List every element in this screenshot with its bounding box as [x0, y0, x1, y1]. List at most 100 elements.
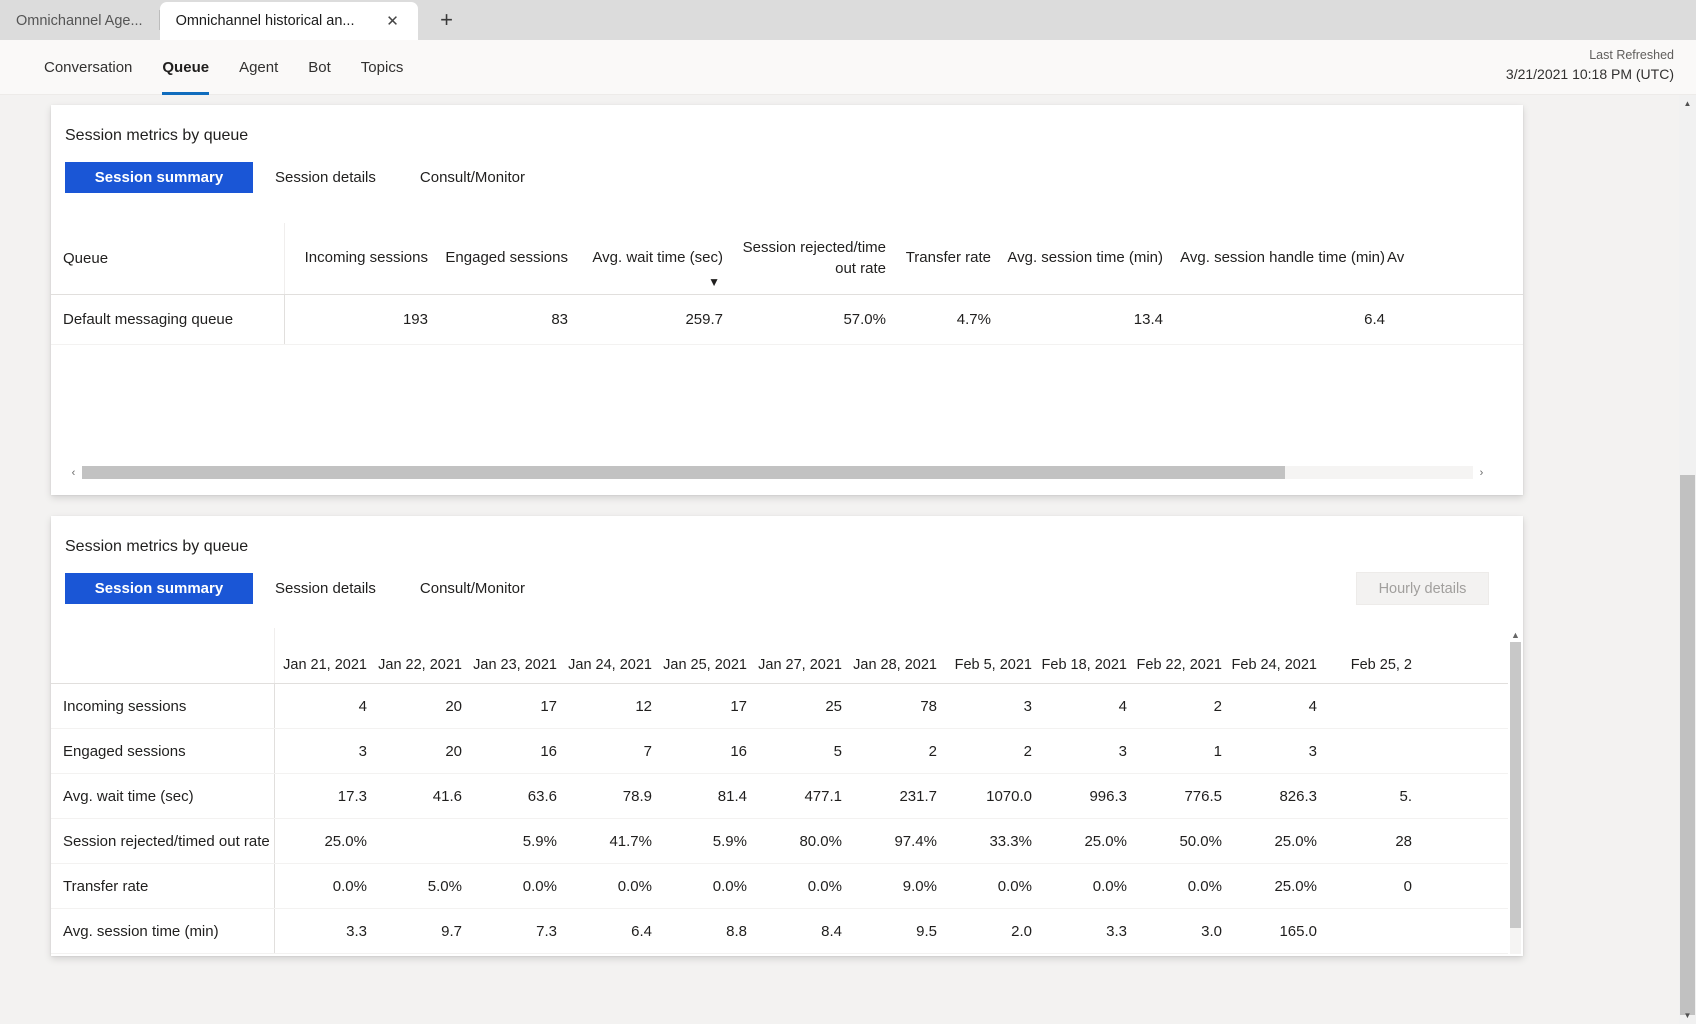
col-header-avg-wait-time[interactable]: Avg. wait time (sec) ▼	[570, 223, 725, 294]
new-tab-icon[interactable]: +	[430, 3, 464, 37]
col-header-date-0[interactable]: Jan 21, 2021	[275, 657, 370, 683]
page-scroll-up-icon[interactable]: ▲	[1679, 95, 1696, 112]
cell-value: 5.9%	[712, 832, 747, 850]
nav-tab-conversation-label: Conversation	[44, 58, 133, 76]
col-header-avg-wait-time-label: Avg. wait time (sec)	[592, 249, 723, 267]
card1-inner: Session metrics by queue Session summary…	[51, 127, 1523, 193]
cell-value: 5	[833, 742, 842, 760]
cell-value: 28	[1395, 832, 1412, 850]
cell-value: 0.0%	[1187, 877, 1222, 895]
card1-pivot-session-summary[interactable]: Session summary	[65, 162, 253, 193]
table-row[interactable]: Avg. session time (min) 3.3 9.7 7.3 6.4 …	[51, 909, 1523, 954]
card2-pivot-session-summary[interactable]: Session summary	[65, 573, 253, 604]
col-header-truncated[interactable]: Av	[1387, 223, 1422, 294]
nav-tab-agent[interactable]: Agent	[224, 40, 293, 95]
cell-value: 20	[445, 697, 462, 715]
col-header-transfer-rate[interactable]: Transfer rate	[888, 223, 993, 294]
grid-vertical-scrollbar[interactable]: ▲	[1508, 628, 1523, 954]
cell-value: 17	[730, 697, 747, 715]
nav-tab-topics[interactable]: Topics	[346, 40, 419, 95]
scroll-up-icon[interactable]: ▲	[1511, 628, 1520, 642]
browser-tab-2[interactable]: Omnichannel historical an... ✕	[159, 2, 418, 40]
page-vertical-scrollbar[interactable]: ▲ ▼	[1679, 95, 1696, 1024]
daily-metrics-grid: Jan 21, 2021 Jan 22, 2021 Jan 23, 2021 J…	[51, 628, 1523, 954]
cell-value: 0.0%	[617, 877, 652, 895]
nav-tab-conversation[interactable]: Conversation	[29, 40, 147, 95]
page-scroll-down-icon[interactable]: ▼	[1679, 1007, 1696, 1024]
col-header-date-10[interactable]: Feb 24, 2021	[1225, 657, 1320, 683]
daily-metrics-grid-header: Jan 21, 2021 Jan 22, 2021 Jan 23, 2021 J…	[51, 628, 1523, 684]
col-header-date-7[interactable]: Feb 5, 2021	[940, 657, 1035, 683]
sort-descending-icon[interactable]: ▼	[708, 276, 720, 288]
col-header-date-2[interactable]: Jan 23, 2021	[465, 657, 560, 683]
row-label-session-rejected-rate: Session rejected/timed out rate	[51, 819, 275, 863]
cell-value: 41.6	[432, 787, 462, 805]
horizontal-scrollbar[interactable]: ‹ ›	[65, 464, 1490, 481]
col-header-date-4[interactable]: Jan 25, 2021	[655, 657, 750, 683]
col-header-date-5[interactable]: Jan 27, 2021	[750, 657, 845, 683]
close-icon[interactable]: ✕	[384, 12, 402, 30]
nav-tab-bot[interactable]: Bot	[293, 40, 346, 95]
col-header-date-3[interactable]: Jan 24, 2021	[560, 657, 655, 683]
cell-value: 25.0%	[1274, 832, 1317, 850]
scroll-left-icon[interactable]: ‹	[65, 464, 82, 481]
col-header-avg-session-handle-time[interactable]: Avg. session handle time (min)	[1165, 223, 1387, 294]
cell-value: 2	[928, 742, 937, 760]
col-header-engaged-sessions[interactable]: Engaged sessions	[430, 223, 570, 294]
cell-value: 3	[1023, 697, 1032, 715]
grid-vertical-scroll-thumb[interactable]	[1510, 642, 1521, 928]
dashboard-content: Session metrics by queue Session summary…	[0, 95, 1545, 956]
cell-value	[370, 819, 465, 863]
nav-tab-bot-label: Bot	[308, 58, 331, 76]
cell-value: 2	[1213, 697, 1222, 715]
col-header-session-rejected-rate[interactable]: Session rejected/time out rate	[725, 223, 888, 294]
table-row[interactable]: Session rejected/timed out rate 25.0% 5.…	[51, 819, 1523, 864]
cell-value: 78.9	[622, 787, 652, 805]
cell-value: 5.	[1399, 787, 1412, 805]
cell-value: 3	[1118, 742, 1127, 760]
table-row[interactable]: Engaged sessions 3 20 16 7 16 5 2 2 3 1 …	[51, 729, 1523, 774]
browser-tab-1[interactable]: Omnichannel Age...	[0, 2, 159, 40]
table-row[interactable]: Avg. wait time (sec) 17.3 41.6 63.6 78.9…	[51, 774, 1523, 819]
cell-value: 231.7	[899, 787, 937, 805]
hourly-details-button[interactable]: Hourly details	[1356, 572, 1489, 605]
page-scroll-thumb[interactable]	[1680, 475, 1695, 1015]
col-header-incoming-sessions[interactable]: Incoming sessions	[285, 223, 430, 294]
card1-pivot-session-details[interactable]: Session details	[253, 162, 398, 193]
col-header-date-6[interactable]: Jan 28, 2021	[845, 657, 940, 683]
table-row[interactable]: Incoming sessions 4 20 17 12 17 25 78 3 …	[51, 684, 1523, 729]
col-header-date-1[interactable]: Jan 22, 2021	[370, 657, 465, 683]
nav-tab-list: Conversation Queue Agent Bot Topics	[0, 40, 418, 95]
browser-tab-2-title: Omnichannel historical an...	[175, 13, 355, 29]
card2-pivot-consult-monitor[interactable]: Consult/Monitor	[398, 573, 547, 604]
card2-pivot-session-details[interactable]: Session details	[253, 573, 398, 604]
col-header-avg-session-time[interactable]: Avg. session time (min)	[993, 223, 1165, 294]
grid-vertical-scroll-track[interactable]	[1510, 642, 1521, 954]
nav-tab-agent-label: Agent	[239, 58, 279, 76]
cell-value: 25.0%	[1084, 832, 1127, 850]
card1-pivot-consult-monitor[interactable]: Consult/Monitor	[398, 162, 547, 193]
col-header-queue[interactable]: Queue	[51, 223, 285, 294]
col-header-date-11[interactable]: Feb 25, 2	[1320, 657, 1415, 683]
scroll-right-icon[interactable]: ›	[1473, 464, 1490, 481]
cell-value: 12	[635, 697, 652, 715]
cell-value: 1070.0	[986, 787, 1032, 805]
app-header: Conversation Queue Agent Bot Topics Last…	[0, 40, 1696, 95]
horizontal-scroll-track[interactable]	[82, 466, 1473, 479]
cell-value: 25.0%	[324, 832, 367, 850]
last-refreshed-value: 3/21/2021 10:18 PM (UTC)	[1505, 66, 1674, 83]
card1-pivot-consult-monitor-label: Consult/Monitor	[419, 169, 525, 186]
cell-value: 0.0%	[997, 877, 1032, 895]
table-row[interactable]: Default messaging queue 193 83 259.7 57.…	[51, 295, 1523, 345]
cell-value: 20	[445, 742, 462, 760]
nav-tab-queue[interactable]: Queue	[147, 40, 224, 95]
table-row[interactable]: Transfer rate 0.0% 5.0% 0.0% 0.0% 0.0% 0…	[51, 864, 1523, 909]
row-label-engaged-sessions: Engaged sessions	[51, 729, 275, 773]
cell-engaged-sessions: 83	[551, 311, 568, 328]
col-header-date-9[interactable]: Feb 22, 2021	[1130, 657, 1225, 683]
col-header-date-8[interactable]: Feb 18, 2021	[1035, 657, 1130, 683]
row-label-avg-session-time: Avg. session time (min)	[51, 909, 275, 953]
browser-chrome: Omnichannel Age... Omnichannel historica…	[0, 0, 1696, 40]
horizontal-scroll-thumb[interactable]	[82, 466, 1286, 479]
cell-value: 2	[1023, 742, 1032, 760]
